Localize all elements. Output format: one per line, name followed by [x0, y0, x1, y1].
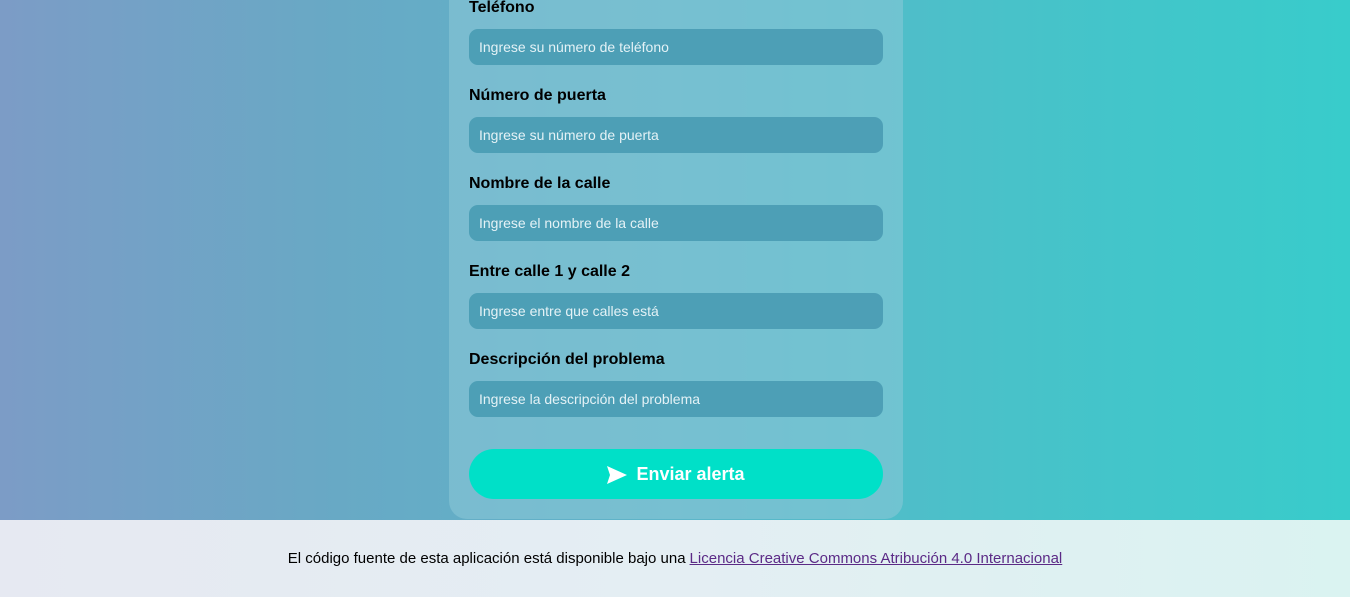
license-text: El código fuente de esta aplicación está… [287, 550, 686, 567]
door-number-input[interactable] [469, 117, 883, 153]
paper-plane-icon [607, 466, 628, 484]
send-alert-label: Enviar alerta [636, 463, 745, 484]
phone-input[interactable] [469, 29, 883, 65]
cross-streets-label: Entre calle 1 y calle 2 [469, 263, 630, 280]
cross-streets-input[interactable] [469, 293, 883, 329]
problem-description-input[interactable] [469, 381, 883, 417]
problem-description-label: Descripción del problema [469, 351, 665, 368]
phone-label: Teléfono [469, 0, 535, 16]
door-number-label: Número de puerta [469, 87, 606, 104]
alert-form-card [449, 0, 903, 519]
street-name-input[interactable] [469, 205, 883, 241]
footer: El código fuente de esta aplicación está… [0, 520, 1350, 597]
license-link[interactable]: Licencia Creative Commons Atribución 4.0… [690, 550, 1063, 567]
street-name-label: Nombre de la calle [469, 175, 611, 192]
send-alert-button[interactable]: Enviar alerta [469, 449, 883, 499]
